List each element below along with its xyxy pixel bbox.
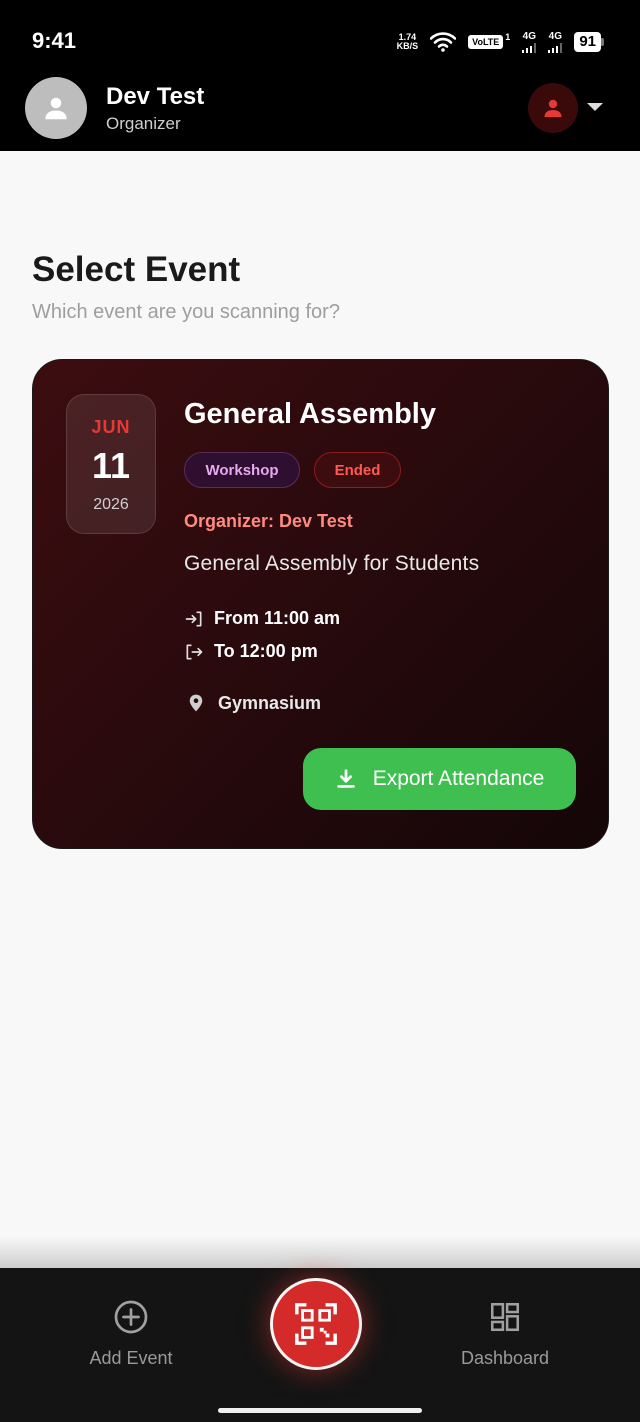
volte-badge: VoLTE [468, 35, 504, 49]
event-location-text: Gymnasium [218, 692, 322, 713]
event-time-from-text: From 11:00 am [214, 608, 341, 628]
location-pin-icon [189, 694, 203, 712]
sim-slot-label: 1 [505, 32, 511, 42]
qr-scan-icon [295, 1303, 337, 1345]
network-speed: 1.74 KB/S [397, 33, 419, 51]
scan-qr-button[interactable] [270, 1278, 362, 1370]
event-card[interactable]: JUN 11 2026 General Assembly Workshop En… [32, 359, 609, 849]
export-attendance-label: Export Attendance [372, 767, 545, 790]
battery-level: 91 [574, 32, 601, 52]
status-icons: 1.74 KB/S VoLTE 1 4G 4G 91 [397, 28, 604, 56]
event-time-to-text: To 12:00 pm [214, 641, 318, 661]
nav-add-event[interactable]: Add Event [51, 1298, 211, 1369]
event-title: General Assembly [184, 398, 436, 430]
event-type-badge: Workshop [184, 452, 300, 488]
page-title: Select Event [32, 250, 241, 289]
nav-dashboard-label: Dashboard [460, 1348, 550, 1368]
person-icon [45, 97, 67, 120]
wifi-icon [430, 32, 457, 52]
event-date-box: JUN 11 2026 [66, 394, 156, 534]
signal-1-icon: 4G [522, 30, 537, 53]
event-year: 2026 [93, 496, 129, 513]
nav-dashboard[interactable]: Dashboard [425, 1298, 585, 1369]
login-icon [185, 611, 202, 626]
event-day: 11 [91, 445, 131, 486]
event-status-badge: Ended [314, 452, 401, 488]
bottom-nav: Add Event Dashboard [0, 1268, 640, 1422]
event-time-to: To 12:00 pm [184, 641, 318, 662]
signal-1-label: 4G [522, 30, 536, 42]
battery-icon: 91 [574, 32, 604, 52]
status-bar: 9:41 1.74 KB/S VoLTE 1 4G 4G 91 [0, 0, 640, 72]
bottom-nav-shadow [0, 1236, 640, 1270]
user-role: Organizer [106, 114, 181, 133]
event-time-from: From 11:00 am [184, 608, 340, 629]
profile-menu-button[interactable] [528, 83, 578, 133]
app-header: Dev Test Organizer [0, 72, 640, 151]
add-circle-icon [114, 1300, 148, 1334]
download-icon [336, 769, 355, 788]
event-organizer: Organizer: Dev Test [184, 511, 353, 531]
status-time: 9:41 [32, 28, 77, 53]
nav-add-event-label: Add Event [89, 1348, 173, 1368]
page-subtitle: Which event are you scanning for? [32, 301, 340, 323]
avatar[interactable] [25, 77, 87, 139]
dashboard-icon [490, 1302, 520, 1332]
event-description: General Assembly for Students [184, 552, 480, 575]
home-indicator[interactable] [218, 1408, 422, 1413]
chevron-down-icon[interactable] [587, 103, 603, 111]
signal-2-icon: 4G [548, 30, 563, 53]
event-location: Gymnasium [186, 692, 321, 714]
event-month: JUN [91, 417, 131, 437]
logout-icon [186, 644, 203, 659]
export-attendance-button[interactable]: Export Attendance [303, 748, 576, 810]
signal-2-label: 4G [548, 30, 562, 42]
user-name: Dev Test [106, 83, 205, 110]
network-speed-unit: KB/S [396, 41, 419, 51]
person-icon [544, 99, 562, 117]
